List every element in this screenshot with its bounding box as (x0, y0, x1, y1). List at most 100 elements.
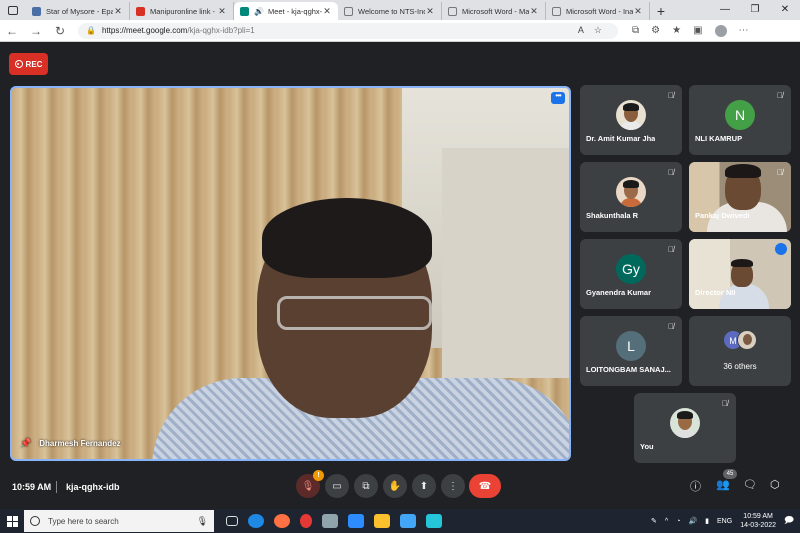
store-icon[interactable] (322, 514, 338, 528)
zoom-icon[interactable] (348, 514, 364, 528)
browser-tab[interactable]: Microsoft Word - Manip ✕ (442, 2, 546, 20)
more-options-icon[interactable]: ••• (551, 92, 565, 104)
firefox-icon[interactable] (274, 514, 290, 528)
file-explorer-icon[interactable] (374, 514, 390, 528)
taskbar-search[interactable]: Type here to search 🎙 (24, 510, 214, 532)
tab-title: Meet - kja-qghx-idb (267, 6, 322, 16)
meeting-details-icon[interactable]: ⓘ (690, 478, 701, 494)
activities-icon[interactable]: ⬡ (770, 478, 780, 491)
speaker-icon[interactable]: 🔊 (254, 7, 264, 16)
forward-icon[interactable]: → (24, 24, 48, 38)
self-tile[interactable]: 🎙̸ You (634, 393, 736, 463)
task-view-icon[interactable] (226, 516, 238, 526)
more-options-button[interactable]: ⋮ (441, 474, 465, 498)
present-now-button[interactable]: ⬆ (412, 474, 436, 498)
raise-hand-button[interactable]: ✋ (383, 474, 407, 498)
tab-close-icon[interactable]: ✕ (633, 6, 643, 17)
browser-tab[interactable]: Microsoft Word - Inaugu ✕ (546, 2, 650, 20)
photos-icon[interactable] (426, 514, 442, 528)
others-tile[interactable]: M 36 others (689, 316, 791, 386)
participant-tile[interactable]: 🎙̸ Shakunthala R (580, 162, 682, 232)
participant-video-tile[interactable]: Director NII (689, 239, 791, 309)
mic-muted-icon: 🎙̸ (668, 322, 674, 331)
end-call-icon: ☎ (478, 480, 492, 492)
participant-figure (725, 164, 761, 178)
collections-plus-icon[interactable]: ▣ (693, 25, 702, 36)
mic-muted-icon: 🎙̸ (777, 91, 783, 100)
reload-icon[interactable]: ↻ (48, 24, 72, 38)
new-tab-button[interactable]: + (650, 2, 672, 20)
restore-icon[interactable]: ❐ (740, 0, 770, 20)
network-icon[interactable]: ◔ (676, 518, 680, 525)
pinned-apps (226, 514, 442, 528)
back-icon[interactable]: ← (0, 24, 24, 38)
captions-button[interactable]: ⧉ (354, 474, 378, 498)
favorites-icon[interactable]: ★ (672, 25, 681, 36)
profile-avatar-icon[interactable] (714, 24, 727, 37)
read-aloud-icon[interactable]: A (578, 25, 584, 36)
microphone-toggle-button[interactable]: 🎙 ! (296, 470, 324, 498)
collections-icon[interactable]: ⧉ (632, 25, 639, 36)
mic-muted-icon: 🎙̸ (668, 91, 674, 100)
speaker-name: Dharmesh Fernandez (39, 439, 121, 448)
address-bar[interactable]: 🔒 https://meet.google.com /kja-qghx-idb?… (78, 22, 618, 39)
mic-muted-icon: 🎙̸ (777, 168, 783, 177)
start-button[interactable] (0, 509, 24, 533)
tab-title: Manipuronline link - mu (150, 6, 217, 16)
video-background-wall (442, 148, 569, 378)
battery-icon[interactable]: ▮ (705, 517, 709, 525)
browser-tab[interactable]: Star of Mysore - Epaper ✕ (26, 2, 130, 20)
gmail-favicon-icon (136, 6, 145, 16)
search-placeholder: Type here to search (48, 516, 119, 526)
participant-avatar (737, 330, 757, 350)
self-avatar (670, 408, 700, 438)
pin-icon[interactable]: 📌 (20, 438, 31, 449)
windows-logo-icon (6, 515, 18, 527)
show-hidden-icons[interactable]: ^ (665, 518, 668, 525)
tab-close-icon[interactable]: ✕ (529, 6, 539, 17)
lock-icon[interactable]: 🔒 (86, 26, 96, 35)
participant-name: Director NII (695, 288, 736, 297)
volume-icon[interactable]: 🔊 (688, 517, 697, 525)
pen-icon[interactable]: ✎ (651, 517, 657, 525)
main-speaker-video[interactable]: ••• 📌 Dharmesh Fernandez (10, 86, 571, 461)
close-window-icon[interactable]: ✕ (770, 0, 800, 20)
browser-tab[interactable]: Manipuronline link - mu ✕ (130, 2, 234, 20)
participant-avatar: Gy (616, 254, 646, 284)
notifications-icon[interactable]: 🗩 (784, 513, 794, 529)
people-icon[interactable]: 👥 (716, 478, 730, 491)
mail-icon[interactable] (400, 514, 416, 528)
tab-actions-icon[interactable] (0, 0, 26, 20)
participant-tile[interactable]: Gy 🎙̸ Gyanendra Kumar (580, 239, 682, 309)
participant-name: You (640, 442, 654, 451)
minimize-icon[interactable]: — (710, 0, 740, 20)
tab-close-icon[interactable]: ✕ (113, 6, 123, 17)
participant-tile[interactable]: L 🎙̸ LOITONGBAM SANAJ... (580, 316, 682, 386)
tab-title: Star of Mysore - Epaper (46, 6, 113, 16)
participant-video-tile[interactable]: 🎙̸ Pankaj Dwivedi (689, 162, 791, 232)
browser-tab-active[interactable]: 🔊 Meet - kja-qghx-idb ✕ (234, 2, 338, 20)
participant-tile[interactable]: N 🎙̸ NLI KAMRUP (689, 85, 791, 155)
others-avatars: M (723, 330, 757, 350)
browser-tab[interactable]: Welcome to NTS-India W ✕ (338, 2, 442, 20)
microphone-icon[interactable]: 🎙 (197, 516, 208, 527)
leave-call-button[interactable]: ☎ (469, 474, 501, 498)
favorite-star-icon[interactable]: ☆ (594, 25, 602, 36)
participant-name: Pankaj Dwivedi (695, 211, 750, 220)
meeting-code: kja-qghx-idb (66, 482, 120, 492)
extensions-icon[interactable]: ⚙ (651, 25, 660, 36)
edge-icon[interactable] (248, 514, 264, 528)
more-menu-icon[interactable]: ⋯ (739, 25, 749, 36)
tab-close-icon[interactable]: ✕ (322, 6, 332, 17)
language-indicator[interactable]: ENG (717, 518, 732, 525)
participant-tile[interactable]: 🎙̸ Dr. Amit Kumar Jha (580, 85, 682, 155)
taskbar-clock[interactable]: 10:59 AM 14-03-2022 (740, 512, 776, 530)
tab-title: Microsoft Word - Inaugu (566, 6, 633, 16)
participant-avatar (616, 177, 646, 207)
camera-toggle-button[interactable]: ▭ (325, 474, 349, 498)
tab-close-icon[interactable]: ✕ (425, 6, 435, 17)
tab-close-icon[interactable]: ✕ (217, 6, 227, 17)
more-vert-icon: ⋮ (448, 480, 458, 492)
chat-icon[interactable]: 🗨 (743, 478, 757, 491)
opera-icon[interactable] (300, 514, 312, 528)
